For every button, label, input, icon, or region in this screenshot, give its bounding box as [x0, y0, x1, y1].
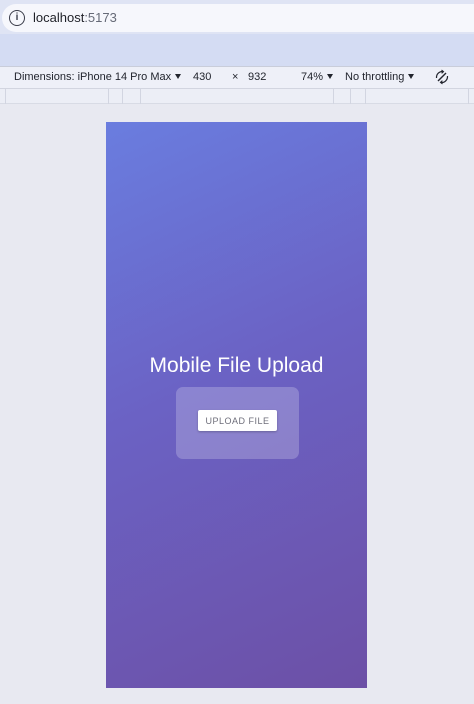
- throttling-label: No throttling: [345, 71, 405, 83]
- zoom-label: 74%: [301, 71, 324, 83]
- ruler-tick: [365, 89, 366, 104]
- rotate-icon[interactable]: [434, 69, 450, 85]
- ruler-tick: [5, 89, 6, 104]
- chevron-down-icon: [408, 74, 415, 79]
- ruler-tick: [140, 89, 141, 104]
- ruler-tick: [122, 89, 123, 104]
- device-dimensions-label: Dimensions: iPhone 14 Pro Max: [14, 71, 172, 83]
- ruler-tick: [333, 89, 334, 104]
- url-text: localhost:5173: [33, 10, 117, 25]
- browser-address-bar: i localhost:5173: [0, 0, 474, 34]
- device-dimensions-select[interactable]: Dimensions: iPhone 14 Pro Max: [14, 71, 182, 83]
- ruler-tick: [468, 89, 469, 104]
- chevron-down-icon: [175, 74, 182, 79]
- zoom-select[interactable]: 74%: [301, 71, 334, 83]
- throttling-select[interactable]: No throttling: [345, 71, 415, 83]
- url-host: localhost: [33, 10, 85, 25]
- media-query-ruler: [0, 89, 474, 104]
- page-title: Mobile File Upload: [149, 354, 324, 377]
- upload-file-button[interactable]: UPLOAD FILE: [198, 410, 277, 431]
- ruler-tick: [350, 89, 351, 104]
- ruler-tick: [108, 89, 109, 104]
- dimension-times-sign: ×: [232, 71, 239, 83]
- device-width-input[interactable]: 430: [193, 71, 211, 83]
- url-port: :5173: [84, 10, 117, 25]
- device-toolbar: Dimensions: iPhone 14 Pro Max 430 × 932 …: [0, 66, 474, 89]
- info-icon[interactable]: i: [9, 10, 25, 26]
- browser-toolbar: [0, 34, 474, 66]
- device-height-input[interactable]: 932: [248, 71, 266, 83]
- chevron-down-icon: [327, 74, 334, 79]
- device-viewport: Mobile File Upload UPLOAD FILE: [106, 122, 367, 688]
- upload-card: UPLOAD FILE: [176, 387, 299, 459]
- url-field[interactable]: i localhost:5173: [2, 4, 474, 32]
